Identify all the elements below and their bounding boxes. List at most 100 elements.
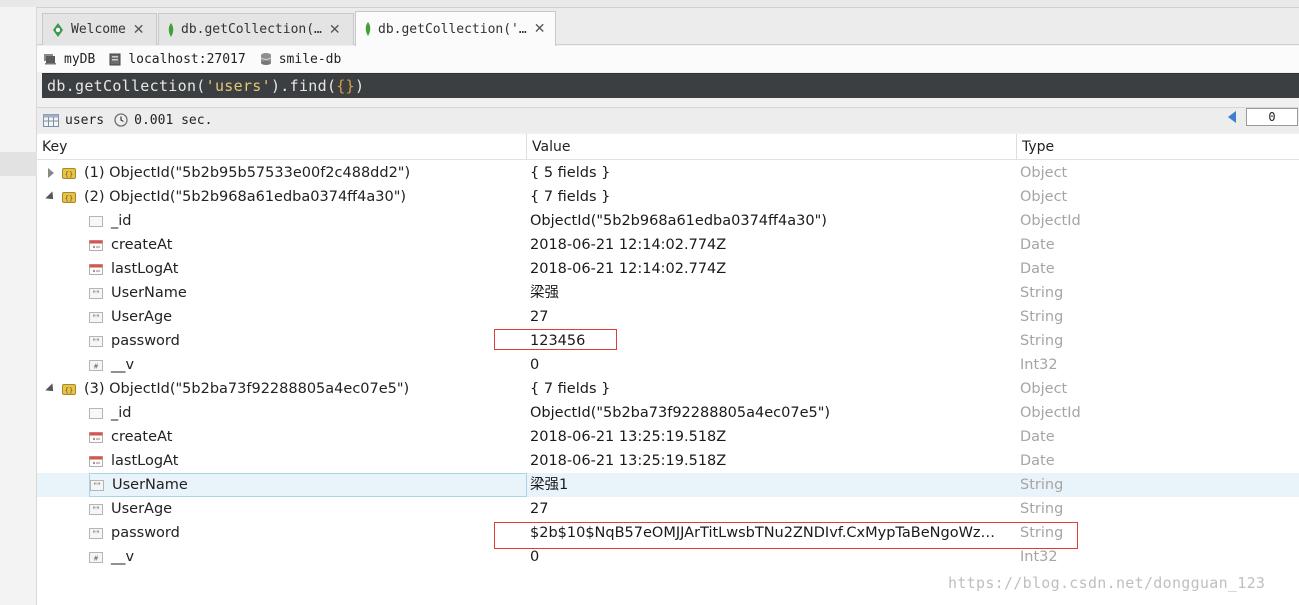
key-cell: createAt bbox=[89, 425, 527, 449]
previous-page-arrow-icon[interactable] bbox=[1228, 111, 1236, 123]
string-icon: "" bbox=[89, 527, 103, 539]
result-time: 0.001 sec. bbox=[114, 113, 212, 128]
key-cell: _id bbox=[89, 209, 527, 233]
database-icon bbox=[260, 53, 271, 65]
value-cell: 27 bbox=[530, 309, 549, 325]
close-icon[interactable]: ✕ bbox=[133, 22, 145, 38]
column-header-value[interactable]: Value bbox=[527, 134, 1017, 160]
type-cell: String bbox=[1020, 309, 1064, 325]
key-text: (1) ObjectId("5b2b95b57533e00f2c488dd2") bbox=[84, 165, 411, 181]
key-cell: "" UserAge bbox=[89, 305, 527, 329]
table-icon bbox=[43, 113, 59, 127]
key-cell: "" UserName bbox=[89, 281, 527, 305]
key-text: UserName bbox=[111, 285, 187, 301]
type-cell: ObjectId bbox=[1020, 405, 1081, 421]
string-icon: "" bbox=[89, 311, 103, 323]
tab-query-2[interactable]: db.getCollection('… ✕ bbox=[355, 11, 556, 46]
key-text: lastLogAt bbox=[111, 453, 179, 469]
robomongo-logo-icon bbox=[53, 22, 63, 37]
value-cell: ObjectId("5b2ba73f92288805a4ec07e5") bbox=[530, 405, 831, 421]
string-icon: "" bbox=[90, 479, 104, 491]
value-cell: 2018-06-21 12:14:02.774Z bbox=[530, 237, 727, 253]
type-cell: Date bbox=[1020, 237, 1055, 253]
field-row[interactable]: _id ObjectId("5b2b968a61edba0374ff4a30") O… bbox=[37, 209, 1299, 233]
field-row[interactable]: "" UserName 梁强 String bbox=[37, 281, 1299, 305]
page-skip-input[interactable]: 0 bbox=[1246, 108, 1298, 126]
document-row[interactable]: {} (3) ObjectId("5b2ba73f92288805a4ec07e5… bbox=[37, 377, 1299, 401]
server-icon bbox=[109, 53, 121, 65]
int32-icon: # bbox=[89, 551, 103, 563]
string-icon: "" bbox=[89, 503, 103, 515]
collapse-arrow-icon[interactable] bbox=[45, 383, 57, 395]
key-text: __v bbox=[111, 549, 135, 565]
field-row[interactable]: "" UserName 梁强1 String bbox=[37, 473, 1299, 497]
key-text: _id bbox=[111, 405, 132, 421]
type-cell: String bbox=[1020, 477, 1064, 493]
svg-text:"": "" bbox=[92, 289, 99, 298]
field-row[interactable]: _id ObjectId("5b2ba73f92288805a4ec07e5") O… bbox=[37, 401, 1299, 425]
document-row[interactable]: {} (2) ObjectId("5b2b968a61edba0374ff4a30… bbox=[37, 185, 1299, 209]
field-row[interactable]: lastLogAt 2018-06-21 12:14:02.774Z Date bbox=[37, 257, 1299, 281]
field-row[interactable]: createAt 2018-06-21 12:14:02.774Z Date bbox=[37, 233, 1299, 257]
key-text: lastLogAt bbox=[111, 261, 179, 277]
query-editor[interactable]: db.getCollection('users').find({}) bbox=[42, 73, 1299, 98]
key-text: _id bbox=[111, 213, 132, 229]
key-cell: lastLogAt bbox=[89, 449, 527, 473]
field-row[interactable]: lastLogAt 2018-06-21 13:25:19.518Z Date bbox=[37, 449, 1299, 473]
string-icon: "" bbox=[89, 287, 103, 299]
string-icon: "" bbox=[89, 335, 103, 347]
path-connection[interactable]: myDB bbox=[43, 52, 95, 67]
svg-text:{}: {} bbox=[65, 170, 73, 178]
key-text: createAt bbox=[111, 429, 173, 445]
field-row[interactable]: "" UserAge 27 String bbox=[37, 497, 1299, 521]
value-cell: 梁强1 bbox=[530, 477, 569, 493]
field-row[interactable]: # __v 0 Int32 bbox=[37, 353, 1299, 377]
object-icon: {} bbox=[62, 383, 76, 395]
connection-name: myDB bbox=[64, 51, 96, 67]
tab-label: db.getCollection('… bbox=[378, 21, 527, 37]
path-server[interactable]: localhost:27017 bbox=[109, 52, 246, 67]
result-collection: users bbox=[43, 113, 104, 128]
svg-text:"": "" bbox=[93, 481, 100, 490]
tab-bar: Welcome ✕ db.getCollection(… ✕ db.getCol… bbox=[37, 8, 1299, 46]
tab-welcome[interactable]: Welcome ✕ bbox=[42, 13, 157, 45]
key-text: password bbox=[111, 333, 180, 349]
pager: 0 bbox=[1228, 108, 1298, 126]
field-row[interactable]: "" password 123456 String bbox=[37, 329, 1299, 353]
path-database[interactable]: smile-db bbox=[260, 52, 341, 67]
key-cell: "" UserAge bbox=[89, 497, 527, 521]
column-header-key[interactable]: Key bbox=[37, 134, 527, 160]
tab-label: db.getCollection(… bbox=[181, 22, 322, 37]
query-collection-string: 'users' bbox=[205, 77, 271, 95]
expand-arrow-icon[interactable] bbox=[45, 167, 57, 179]
date-icon bbox=[89, 455, 103, 467]
key-text: UserAge bbox=[111, 501, 173, 517]
watermark: https://blog.csdn.net/dongguan_123 bbox=[948, 574, 1266, 592]
key-text: (3) ObjectId("5b2ba73f92288805a4ec07e5") bbox=[84, 381, 410, 397]
date-icon bbox=[89, 263, 103, 275]
query-suffix: ) bbox=[354, 77, 365, 95]
tab-query-1[interactable]: db.getCollection(… ✕ bbox=[158, 13, 354, 45]
key-cell: "" UserName bbox=[89, 473, 527, 497]
key-text: createAt bbox=[111, 237, 173, 253]
computer-icon bbox=[44, 54, 56, 65]
close-icon[interactable]: ✕ bbox=[534, 21, 546, 37]
column-header-type[interactable]: Type bbox=[1017, 134, 1299, 160]
key-cell: # __v bbox=[89, 545, 527, 569]
field-row[interactable]: createAt 2018-06-21 13:25:19.518Z Date bbox=[37, 425, 1299, 449]
document-row[interactable]: {} (1) ObjectId("5b2b95b57533e00f2c488dd2… bbox=[37, 161, 1299, 185]
left-panel-strip bbox=[0, 0, 37, 605]
field-row[interactable]: "" UserAge 27 String bbox=[37, 305, 1299, 329]
date-icon bbox=[89, 239, 103, 251]
key-cell: "" password bbox=[89, 329, 527, 353]
connection-path-bar: myDB localhost:27017 smile-db bbox=[37, 46, 1299, 72]
query-execution-time: 0.001 sec. bbox=[134, 112, 213, 128]
left-panel-selection bbox=[0, 152, 37, 176]
collapse-arrow-icon[interactable] bbox=[45, 191, 57, 203]
close-icon[interactable]: ✕ bbox=[329, 22, 341, 38]
value-cell: 梁强 bbox=[530, 285, 559, 301]
object-icon: {} bbox=[62, 167, 76, 179]
key-cell: # __v bbox=[89, 353, 527, 377]
svg-text:"": "" bbox=[92, 505, 99, 514]
value-cell: 2018-06-21 13:25:19.518Z bbox=[530, 429, 727, 445]
